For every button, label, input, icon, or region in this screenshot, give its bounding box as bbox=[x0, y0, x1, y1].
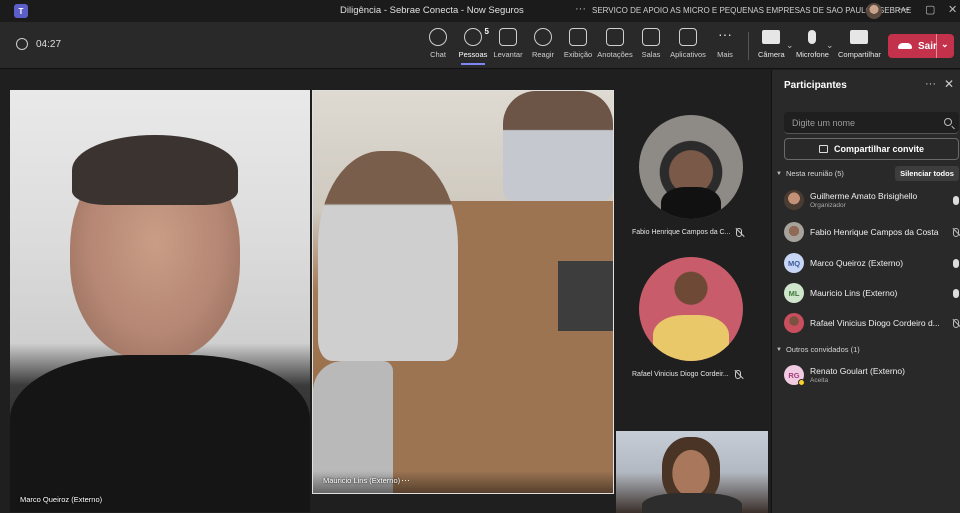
share-icon bbox=[818, 145, 828, 153]
more-icon: ··· bbox=[718, 26, 732, 42]
search-icon bbox=[944, 118, 952, 126]
tile-more-icon[interactable]: ··· bbox=[401, 475, 410, 485]
mic-muted-icon bbox=[734, 370, 741, 379]
tile-name-rafael: Rafael Vinicius Diogo Cordeir... bbox=[632, 370, 741, 379]
raise-hand-button[interactable]: Levantar bbox=[488, 28, 528, 59]
self-view-video[interactable] bbox=[616, 431, 768, 513]
avatar: RG bbox=[784, 365, 805, 386]
hand-icon bbox=[499, 28, 517, 46]
participant-name-label: Mauricio Lins (Externo) bbox=[323, 476, 401, 485]
collapse-triangle-icon: ▼ bbox=[776, 170, 782, 177]
microphone-icon bbox=[953, 195, 959, 205]
rooms-icon bbox=[642, 28, 660, 46]
avatar-tile-rafael[interactable] bbox=[639, 257, 743, 361]
notes-button[interactable]: Anotações bbox=[595, 28, 635, 59]
participant-row[interactable]: Guilherme Amato Brisighello Organizador bbox=[784, 187, 959, 213]
more-button[interactable]: ··· Mais bbox=[705, 26, 745, 59]
avatar bbox=[784, 190, 804, 210]
close-window-button[interactable]: ✕ bbox=[948, 3, 957, 16]
participant-row[interactable]: MQ Marco Queiroz (Externo) bbox=[784, 250, 959, 276]
avatar-tile-fabio[interactable] bbox=[639, 115, 743, 219]
people-icon: 5 bbox=[464, 27, 489, 46]
avatar bbox=[784, 222, 804, 242]
mic-muted-icon bbox=[736, 228, 743, 237]
meeting-info-icon[interactable] bbox=[16, 38, 28, 50]
microphone-icon bbox=[808, 30, 817, 44]
status-badge bbox=[798, 379, 805, 386]
rooms-button[interactable]: Salas bbox=[631, 28, 671, 59]
video-tile-marco[interactable]: Marco Queiroz (Externo) bbox=[10, 90, 310, 512]
tile-name-fabio: Fabio Henrique Campos da C... bbox=[632, 228, 743, 237]
participant-row[interactable]: ML Mauricio Lins (Externo) bbox=[784, 280, 959, 306]
meeting-timer: 04:27 bbox=[16, 38, 61, 50]
elapsed-time: 04:27 bbox=[36, 38, 62, 50]
microphone-icon bbox=[953, 258, 959, 268]
mic-muted-icon bbox=[953, 318, 959, 328]
share-button[interactable]: Compartilhar bbox=[838, 28, 881, 59]
avatar bbox=[784, 313, 804, 333]
video-tile-mauricio[interactable]: Mauricio Lins (Externo) ··· bbox=[312, 90, 614, 494]
organization-name: SERVICO DE APOIO AS MICRO E PEQUENAS EMP… bbox=[592, 6, 912, 15]
collapse-triangle-icon: ▼ bbox=[776, 346, 782, 353]
leave-button[interactable]: Sair ⌄ bbox=[888, 34, 954, 58]
account-avatar[interactable] bbox=[866, 3, 882, 19]
meeting-stage: Marco Queiroz (Externo) Mauricio Lins (E… bbox=[0, 70, 770, 513]
view-button[interactable]: Exibição bbox=[558, 28, 598, 59]
camera-button[interactable]: Câmera bbox=[758, 28, 785, 59]
react-button[interactable]: Reagir bbox=[523, 28, 563, 59]
teams-logo-icon: T bbox=[14, 4, 28, 18]
mic-muted-icon bbox=[953, 227, 959, 237]
search-input[interactable] bbox=[784, 112, 959, 133]
participants-panel: Participantes ··· ✕ Compartilhar convite… bbox=[771, 70, 960, 513]
grid-icon bbox=[569, 28, 587, 46]
notes-icon bbox=[606, 28, 624, 46]
plus-icon bbox=[679, 28, 697, 46]
smiley-icon bbox=[534, 28, 552, 46]
maximize-button[interactable]: ▢ bbox=[925, 3, 935, 16]
meeting-control-bar: 04:27 Chat 5 Pessoas Levantar Reagir Exi… bbox=[0, 22, 960, 69]
share-tray-icon bbox=[850, 30, 869, 44]
panel-more-icon[interactable]: ··· bbox=[925, 78, 936, 90]
chat-button[interactable]: Chat bbox=[418, 28, 458, 59]
title-more-icon[interactable]: ··· bbox=[575, 3, 586, 15]
camera-options-chevron-icon[interactable]: ⌄ bbox=[786, 40, 794, 51]
hang-up-icon bbox=[898, 43, 912, 49]
participant-search bbox=[784, 112, 959, 134]
people-button[interactable]: 5 Pessoas bbox=[453, 27, 493, 65]
in-meeting-section-header[interactable]: ▼ Nesta reunião (5) bbox=[776, 169, 844, 178]
close-panel-icon[interactable]: ✕ bbox=[944, 77, 954, 91]
chat-icon bbox=[429, 28, 447, 46]
microphone-icon bbox=[953, 288, 959, 298]
window-title: Diligência - Sebrae Conecta - Now Seguro… bbox=[340, 5, 524, 16]
other-invitees-section-header[interactable]: ▼ Outros convidados (1) bbox=[776, 345, 860, 354]
panel-title: Participantes bbox=[784, 80, 847, 91]
mute-all-button[interactable]: Silenciar todos bbox=[895, 166, 959, 181]
participant-name-label: Marco Queiroz (Externo) bbox=[20, 495, 103, 504]
participant-row[interactable]: RG Renato Goulart (Externo) Aceita bbox=[784, 362, 959, 388]
minimize-button[interactable]: — bbox=[898, 3, 909, 15]
participant-row[interactable]: Fabio Henrique Campos da Costa bbox=[784, 219, 959, 245]
toolbar-divider bbox=[748, 32, 749, 60]
microphone-button[interactable]: Microfone bbox=[796, 28, 829, 59]
avatar: ML bbox=[784, 283, 804, 303]
apps-button[interactable]: Aplicativos bbox=[668, 28, 708, 59]
share-invite-button[interactable]: Compartilhar convite bbox=[784, 138, 959, 160]
camera-icon bbox=[762, 30, 781, 44]
leave-options-chevron-icon[interactable]: ⌄ bbox=[941, 39, 949, 50]
avatar: MQ bbox=[784, 253, 804, 273]
mic-options-chevron-icon[interactable]: ⌄ bbox=[826, 40, 834, 51]
title-bar: T Diligência - Sebrae Conecta - Now Segu… bbox=[0, 0, 960, 22]
participant-row[interactable]: Rafael Vinicius Diogo Cordeiro d... bbox=[784, 310, 959, 336]
